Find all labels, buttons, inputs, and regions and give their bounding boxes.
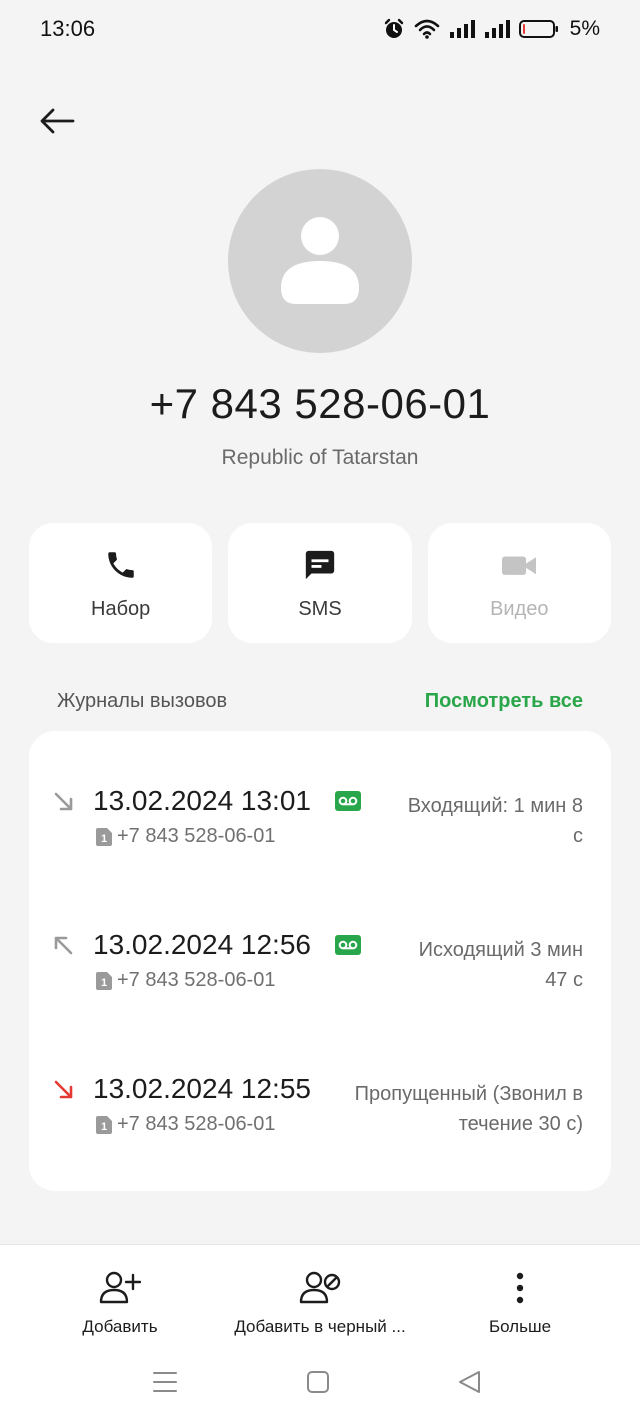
status-icons: 5% [383,17,600,41]
recording-icon[interactable] [335,935,361,955]
see-all-link[interactable]: Посмотреть все [425,690,583,713]
sim-1-icon: 1 [96,972,112,990]
menu-icon[interactable] [153,1370,177,1394]
video-button[interactable]: Видео [427,523,611,643]
call-log-list: 13.02.2024 13:01 1 +7 843 528-06-01 Вход… [29,731,611,1191]
call-status: Пропущенный (Звонил в течение 30 с) [354,1083,583,1135]
video-button-label: Видео [490,597,549,620]
call-datetime: 13.02.2024 13:01 [93,785,311,816]
svg-text:1: 1 [101,977,107,989]
missed-call-icon [54,1080,73,1099]
more-label: Больше [488,1317,552,1336]
block-contact-button[interactable]: Добавить в черный ... [200,1265,440,1337]
wifi-icon [414,19,439,39]
add-contact-label: Добавить [82,1317,158,1336]
video-icon [502,556,537,575]
system-nav-bar [0,1362,640,1406]
call-button-label: Набор [91,597,151,620]
status-time: 13:06 [40,16,96,41]
call-datetime: 13.02.2024 12:55 [93,1073,311,1104]
block-person-icon [299,1271,341,1304]
sms-button-label: SMS [298,597,342,620]
call-log-entry[interactable]: 13.02.2024 12:56 1 +7 843 528-06-01 Исхо… [29,927,611,1037]
more-button[interactable]: Больше [450,1265,590,1337]
svg-text:1: 1 [101,1121,107,1133]
add-person-icon [99,1271,141,1304]
signal-icon [449,20,475,38]
contact-number: +7 843 528-06-01 [149,380,491,427]
avatar [228,169,412,353]
call-log-title: Журналы вызовов [57,690,228,712]
call-number: +7 843 528-06-01 [117,825,276,847]
contact-region: Republic of Tatarstan [221,446,419,469]
message-icon [305,550,335,579]
person-icon [281,217,359,304]
call-datetime: 13.02.2024 12:56 [93,929,311,960]
more-vertical-icon [516,1272,524,1304]
status-bar: 13:06 5% [0,0,640,58]
battery-icon [518,20,558,38]
call-status: Входящий: 1 мин 8 с [407,795,583,847]
call-number: +7 843 528-06-01 [117,969,276,991]
block-contact-label: Добавить в черный ... [234,1317,406,1336]
outgoing-call-icon [54,936,73,955]
home-icon[interactable] [306,1370,330,1394]
arrow-left-icon [40,108,75,134]
back-button[interactable] [36,102,78,140]
battery-percent: 5% [569,17,600,40]
call-log-entry[interactable]: 13.02.2024 12:55 1 +7 843 528-06-01 Проп… [29,1071,611,1181]
back-icon[interactable] [458,1370,482,1394]
svg-text:1: 1 [101,833,107,845]
signal-icon [484,20,510,38]
action-row: Набор SMS Видео [29,523,611,643]
recording-icon[interactable] [335,791,361,811]
add-contact-button[interactable]: Добавить [50,1265,190,1337]
call-log-entry[interactable]: 13.02.2024 13:01 1 +7 843 528-06-01 Вход… [29,783,611,893]
call-button[interactable]: Набор [29,523,213,643]
alarm-icon [384,18,403,38]
incoming-call-icon [54,792,73,811]
sms-button[interactable]: SMS [228,523,412,643]
call-status: Исходящий 3 мин 47 с [418,939,583,991]
sim-1-icon: 1 [96,828,112,846]
phone-icon [107,551,134,578]
sim-1-icon: 1 [96,1116,112,1134]
call-number: +7 843 528-06-01 [117,1113,276,1135]
